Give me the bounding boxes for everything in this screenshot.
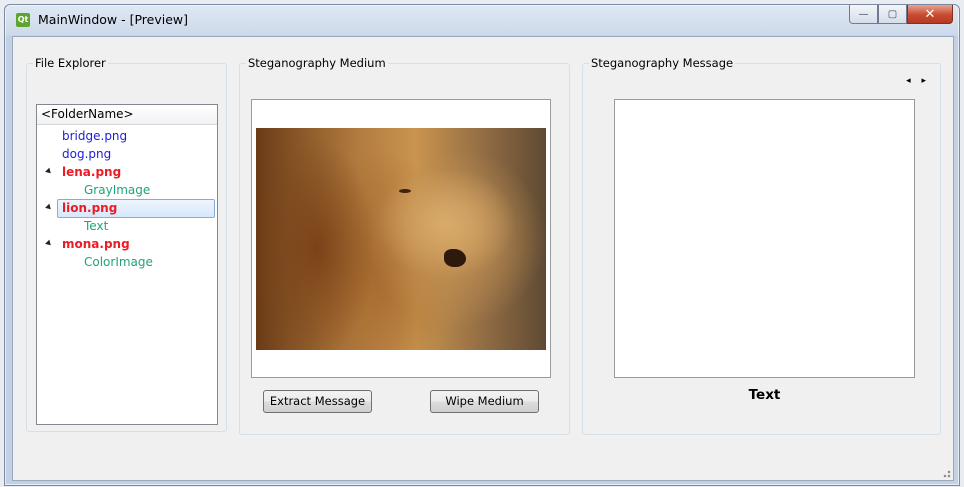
medium-group: Steganography Medium Extract Message Wip…	[239, 56, 570, 435]
file-explorer-title: File Explorer	[33, 56, 108, 70]
tree-item-lion[interactable]: lion.png	[37, 199, 217, 218]
minimize-button[interactable]: —	[849, 5, 878, 24]
tree-item-dog[interactable]: dog.png	[37, 145, 217, 163]
tree-item-label: lion.png	[62, 201, 118, 215]
tree-item-bridge[interactable]: bridge.png	[37, 127, 217, 145]
expanded-arrow-icon[interactable]	[45, 203, 53, 212]
medium-title: Steganography Medium	[246, 56, 388, 70]
window-title: MainWindow - [Preview]	[38, 12, 188, 27]
tree-item-text[interactable]: Text	[37, 217, 217, 235]
tree-item-label: bridge.png	[62, 129, 128, 143]
tree-item-colorimage[interactable]: ColorImage	[37, 253, 217, 271]
tree-item-grayimage[interactable]: GrayImage	[37, 181, 217, 199]
tree-item-lena[interactable]: lena.png	[37, 163, 217, 181]
tree-item-label: dog.png	[62, 147, 112, 161]
file-tree[interactable]: <FolderName> bridge.png dog.png lena.png…	[36, 104, 218, 425]
extract-message-button[interactable]: Extract Message	[263, 390, 372, 413]
tree-item-label: GrayImage	[84, 183, 151, 197]
tree-header[interactable]: <FolderName>	[37, 105, 217, 125]
message-type-label: Text	[748, 387, 781, 403]
scroll-arrows-icon[interactable]: ◂ ▸	[906, 76, 930, 86]
tree-item-label: mona.png	[62, 237, 130, 251]
tree-item-label: ColorImage	[84, 255, 153, 269]
message-title: Steganography Message	[589, 56, 736, 70]
close-button[interactable]: ✕	[907, 5, 953, 24]
tree-item-label: lena.png	[62, 165, 122, 179]
file-explorer-group: File Explorer <FolderName> bridge.png do…	[26, 56, 227, 432]
resize-grip-icon[interactable]	[941, 468, 951, 478]
wipe-medium-button[interactable]: Wipe Medium	[430, 390, 539, 413]
medium-image-frame	[251, 99, 551, 378]
main-window: Qt MainWindow - [Preview] — ▢ ✕ File Exp…	[4, 4, 960, 486]
caption-buttons: — ▢ ✕	[849, 5, 953, 25]
lion-image	[256, 128, 546, 350]
message-group: Steganography Message ◂ ▸ Text	[582, 56, 941, 435]
maximize-button[interactable]: ▢	[878, 5, 907, 24]
expanded-arrow-icon[interactable]	[45, 239, 53, 248]
lion-nose	[444, 249, 466, 267]
client-area: File Explorer <FolderName> bridge.png do…	[12, 36, 954, 481]
tree-item-label: Text	[84, 219, 109, 233]
title-bar[interactable]: Qt MainWindow - [Preview] — ▢ ✕	[5, 5, 959, 36]
message-frame[interactable]	[614, 99, 915, 378]
tree-item-mona[interactable]: mona.png	[37, 235, 217, 253]
app-icon: Qt	[16, 13, 30, 27]
lion-eye	[399, 189, 411, 193]
expanded-arrow-icon[interactable]	[45, 167, 53, 176]
